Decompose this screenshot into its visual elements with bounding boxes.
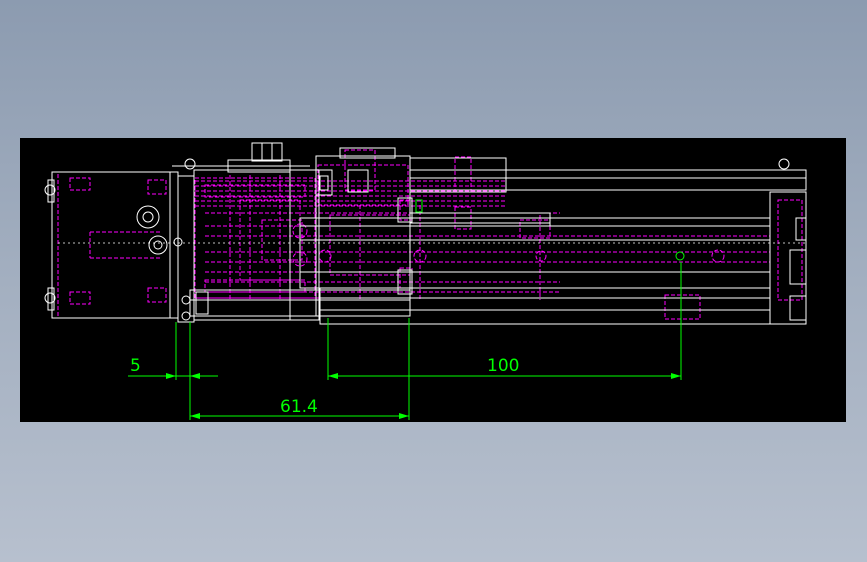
dimension-arrows [166,373,681,419]
linear-actuator-drawing: 5 100 61.4 [44,142,807,420]
dimension-100-label: 100 [487,356,519,376]
cad-viewport[interactable]: 5 100 61.4 [20,138,846,422]
lead-screw-tube [299,225,771,289]
top-rail [409,169,807,191]
dimension-5-label: 5 [130,356,141,376]
dimensions [128,262,682,420]
top-boss [251,142,283,162]
bolt-head [136,205,160,229]
shaft-bearing [148,235,168,255]
dimension-61-4-label: 61.4 [280,397,318,417]
visible-outlines [47,142,807,325]
end-block [769,191,807,325]
